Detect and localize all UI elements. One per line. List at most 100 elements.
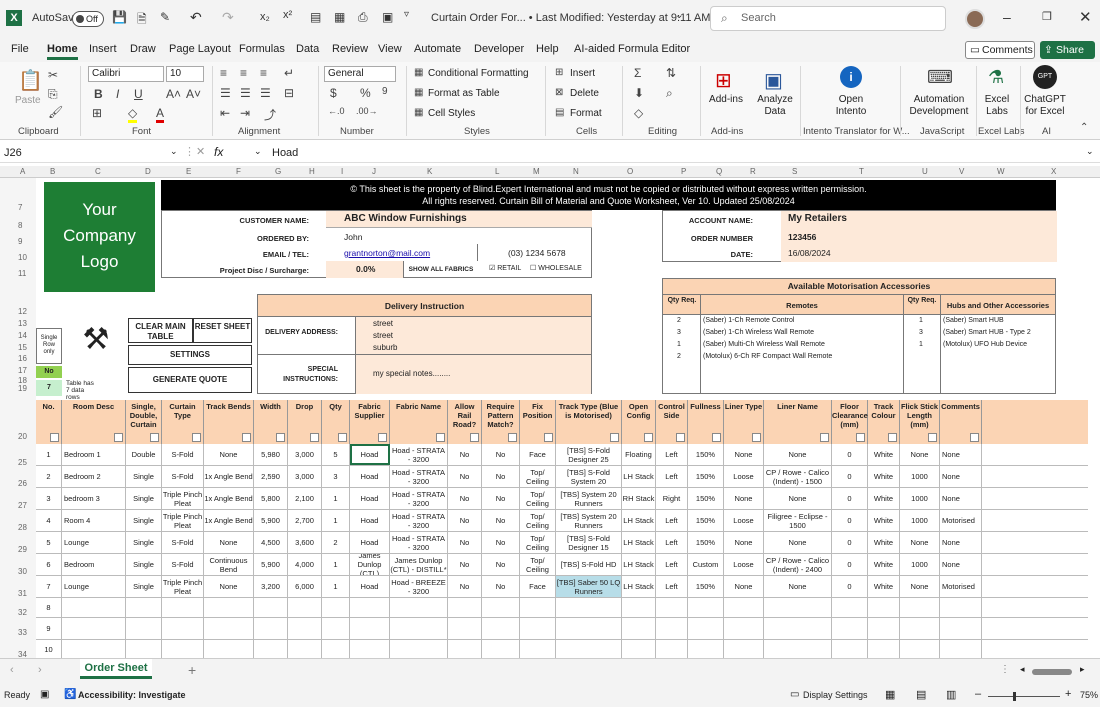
filter-dropdown-icon[interactable] [610, 433, 619, 442]
filter-dropdown-icon[interactable] [644, 433, 653, 442]
table-cell[interactable]: Bedroom 1 [62, 444, 126, 465]
tab-ai-formula-editor[interactable]: AI-aided Formula Editor [574, 43, 690, 55]
column-header-q[interactable]: Q [716, 167, 722, 176]
paste-icon[interactable]: 📋 [18, 68, 43, 93]
hub-qty[interactable]: 1 [919, 317, 923, 324]
more-options-icon[interactable]: ⋮ [1000, 664, 1010, 675]
table-cell[interactable]: LH Stack [622, 466, 656, 487]
table-cell[interactable]: None [940, 444, 982, 465]
special-instructions-value[interactable]: my special notes........ [373, 369, 450, 378]
table-cell[interactable] [288, 598, 322, 617]
table-cell[interactable] [254, 618, 288, 639]
chatgpt-icon[interactable]: GPT [1033, 65, 1057, 89]
macro-icon[interactable]: ▣ [40, 689, 49, 700]
table-cell[interactable]: Hoad - STRATA - 3200 [390, 532, 448, 553]
table-cell[interactable]: Loose [724, 510, 764, 531]
table-cell[interactable]: [TBS] S-Fold Designer 15 [556, 532, 622, 553]
addins-button[interactable]: Add-ins [708, 94, 744, 106]
remote-qty[interactable]: 2 [677, 317, 681, 324]
table-cell[interactable]: 1 [322, 510, 350, 531]
table-cell[interactable] [204, 618, 254, 639]
automation-icon[interactable]: ⌨ [927, 67, 953, 88]
table-cell[interactable] [556, 640, 622, 658]
column-header-n[interactable]: N [573, 167, 579, 176]
account-name-value[interactable]: My Retailers [788, 213, 847, 224]
table-cell[interactable] [940, 640, 982, 658]
table-cell[interactable]: 150% [688, 488, 724, 509]
table-cell[interactable]: Triple Pinch Pleat [162, 576, 204, 597]
table-cell[interactable]: 10 [36, 640, 62, 658]
table-cell[interactable] [288, 618, 322, 639]
fx-dropdown-icon[interactable]: ⌄ [254, 146, 262, 157]
table-cell[interactable] [900, 618, 940, 639]
cell-styles-button[interactable]: Cell Styles [428, 108, 475, 119]
fill-icon[interactable]: ⬇ [634, 86, 644, 100]
table-cell[interactable]: 1000 [900, 554, 940, 575]
clear-main-table-button[interactable]: CLEAR MAIN TABLE [128, 318, 193, 343]
hub-qty[interactable]: 1 [919, 341, 923, 348]
table-cell[interactable]: Left [656, 510, 688, 531]
table-cell[interactable]: None [764, 532, 832, 553]
font-color-icon[interactable]: A [156, 106, 165, 123]
table-cell[interactable]: Left [656, 444, 688, 465]
table-cell[interactable] [254, 598, 288, 617]
close-icon[interactable]: ✕ [1079, 8, 1092, 26]
expand-formula-icon[interactable]: ⌄ [1086, 146, 1094, 157]
scroll-right-icon[interactable]: ▸ [1080, 664, 1085, 675]
zoom-out-icon[interactable]: – [975, 688, 981, 700]
column-header-x[interactable]: X [1051, 167, 1056, 176]
table-cell[interactable]: Top/ Ceiling [520, 466, 556, 487]
table-cell[interactable]: 1 [36, 444, 62, 465]
filter-dropdown-icon[interactable] [114, 433, 123, 442]
table-cell[interactable] [126, 618, 162, 639]
fill-color-icon[interactable]: ◇ [128, 106, 138, 123]
table-cell[interactable]: White [868, 466, 900, 487]
tab-data[interactable]: Data [296, 43, 319, 55]
table-cell[interactable] [556, 598, 622, 617]
percent-icon[interactable]: % [360, 86, 371, 100]
table-cell[interactable]: 2,100 [288, 488, 322, 509]
search-box[interactable]: ⌕ Search [710, 6, 946, 31]
table-cell[interactable]: 3,600 [288, 532, 322, 553]
avatar[interactable] [965, 9, 985, 29]
table-cell[interactable]: [TBS] S-Fold HD [556, 554, 622, 575]
table-cell[interactable] [622, 618, 656, 639]
column-header-f[interactable]: F [236, 167, 241, 176]
tab-insert[interactable]: Insert [89, 43, 117, 55]
table-cell[interactable]: 6 [36, 554, 62, 575]
table-cell[interactable]: No [448, 554, 482, 575]
delete-cells-button[interactable]: Delete [570, 88, 599, 99]
table-cell[interactable]: Single [126, 554, 162, 575]
table-cell[interactable]: 1x Angle Bend [204, 488, 254, 509]
column-header-a[interactable]: A [20, 167, 25, 176]
add-sheet-icon[interactable]: + [188, 662, 196, 678]
table-cell[interactable]: CP / Rowe - Calico (Indent) - 1500 [764, 466, 832, 487]
filter-dropdown-icon[interactable] [820, 433, 829, 442]
decrease-decimal-icon[interactable]: .00→ [356, 106, 378, 116]
table-cell[interactable] [868, 618, 900, 639]
formula-input[interactable]: Hoad [272, 145, 298, 161]
table-cell[interactable]: None [940, 466, 982, 487]
italic-icon[interactable]: I [116, 87, 119, 101]
order-number-value[interactable]: 123456 [788, 232, 816, 242]
hub-name[interactable]: (Saber) Smart HUB - Type 2 [943, 329, 1031, 336]
filter-dropdown-icon[interactable] [50, 433, 59, 442]
column-header-e[interactable]: E [186, 167, 191, 176]
remote-name[interactable]: (Motolux) 6-Ch RF Compact Wall Remote [703, 353, 832, 360]
scroll-left-icon[interactable]: ◂ [1020, 664, 1025, 675]
table-cell[interactable] [62, 640, 126, 658]
align-center-icon[interactable]: ☰ [240, 86, 251, 100]
redo-icon[interactable]: ↷ [222, 9, 234, 26]
table-cell[interactable]: 3,000 [288, 444, 322, 465]
namebox-dropdown-icon[interactable]: ⌄ [170, 146, 178, 157]
zoom-level[interactable]: 75% [1080, 690, 1098, 700]
table-cell[interactable]: No [448, 576, 482, 597]
table-cell[interactable]: No [448, 444, 482, 465]
table-cell[interactable]: James Dunlop (CTL) [350, 554, 390, 575]
table-cell[interactable] [448, 640, 482, 658]
column-header-p[interactable]: P [681, 167, 686, 176]
subscript-icon[interactable]: x₂ [260, 11, 270, 23]
filter-dropdown-icon[interactable] [928, 433, 937, 442]
chatgpt-button[interactable]: ChatGPT for Excel [1024, 94, 1066, 118]
name-box[interactable]: J26 [0, 145, 178, 161]
